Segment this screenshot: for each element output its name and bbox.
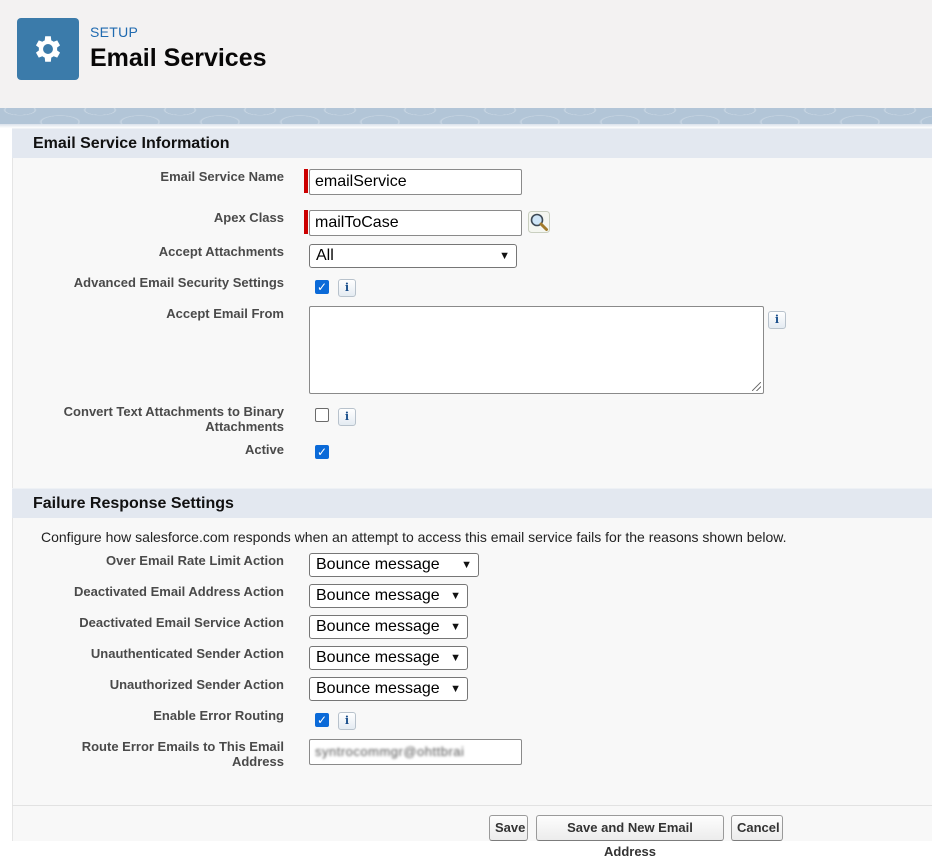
enable-error-routing-label: Enable Error Routing [153, 708, 284, 723]
active-checkbox[interactable]: ✓ [315, 445, 329, 459]
resize-grip-icon[interactable] [752, 382, 761, 391]
chevron-down-icon: ▼ [499, 250, 510, 262]
unauthorized-sender-select[interactable]: Bounce message ▼ [309, 677, 468, 701]
section-header-failure-response-settings: Failure Response Settings [12, 488, 932, 518]
header-eyebrow: SETUP [90, 24, 139, 40]
info-icon[interactable]: i [338, 712, 356, 730]
accept-attachments-value: All [316, 247, 334, 264]
accept-attachments-label: Accept Attachments [158, 244, 284, 259]
chevron-down-icon: ▼ [450, 590, 461, 602]
apex-class-label: Apex Class [213, 210, 284, 225]
setup-gear-icon [17, 18, 79, 80]
deactivated-address-label: Deactivated Email Address Action [74, 584, 284, 599]
enable-error-routing-checkbox[interactable]: ✓ [315, 713, 329, 727]
advanced-security-label: Advanced Email Security Settings [73, 275, 284, 290]
email-service-name-input[interactable]: emailService [309, 169, 522, 195]
convert-text-attachments-checkbox[interactable] [315, 408, 329, 422]
route-error-label-line2: Address [231, 754, 284, 769]
deactivated-address-select[interactable]: Bounce message ▼ [309, 584, 468, 608]
select-value: Bounce message [316, 556, 440, 573]
gear-icon [35, 36, 61, 62]
email-service-name-label: Email Service Name [160, 169, 284, 184]
chevron-down-icon: ▼ [450, 683, 461, 695]
unauthenticated-sender-select[interactable]: Bounce message ▼ [309, 646, 468, 670]
failure-settings-description: Configure how salesforce.com responds wh… [41, 529, 787, 545]
convert-text-attachments-label: Convert Text Attachments to Binary Attac… [64, 404, 284, 434]
chevron-down-icon: ▼ [450, 621, 461, 633]
accept-attachments-select[interactable]: All ▼ [309, 244, 517, 268]
required-marker [304, 169, 308, 193]
over-rate-limit-select[interactable]: Bounce message ▼ [309, 553, 479, 577]
header-pattern-band [0, 108, 932, 124]
info-icon[interactable]: i [338, 279, 356, 297]
route-error-label-line1: Route Error Emails to This Email [81, 739, 284, 754]
select-value: Bounce message [316, 587, 440, 604]
apex-class-input[interactable]: mailToCase [309, 210, 522, 236]
footer-divider [12, 805, 932, 806]
convert-text-label-line1: Convert Text Attachments to Binary [63, 404, 284, 419]
unauthenticated-sender-label: Unauthenticated Sender Action [90, 646, 284, 661]
chevron-down-icon: ▼ [450, 652, 461, 664]
active-label: Active [244, 442, 284, 457]
chevron-down-icon: ▼ [461, 559, 472, 571]
required-marker [304, 210, 308, 234]
deactivated-service-label: Deactivated Email Service Action [79, 615, 284, 630]
save-button[interactable]: Save [489, 815, 528, 841]
section-header-email-service-information: Email Service Information [12, 128, 932, 158]
convert-text-label-line2: Attachments [205, 419, 284, 434]
route-error-email-value: syntrocommgr@ohttbrai [315, 744, 465, 759]
accept-email-from-textarea[interactable] [309, 306, 764, 394]
section-title: Failure Response Settings [33, 495, 234, 512]
select-value: Bounce message [316, 618, 440, 635]
info-icon[interactable]: i [768, 311, 786, 329]
save-and-new-button[interactable]: Save and New Email Address [536, 815, 724, 859]
advanced-security-checkbox[interactable]: ✓ [315, 280, 329, 294]
accept-email-from-label: Accept Email From [166, 306, 284, 321]
info-icon[interactable]: i [338, 408, 356, 426]
section-title: Email Service Information [33, 135, 230, 152]
unauthorized-sender-label: Unauthorized Sender Action [109, 677, 284, 692]
deactivated-service-select[interactable]: Bounce message ▼ [309, 615, 468, 639]
over-rate-limit-label: Over Email Rate Limit Action [106, 553, 284, 568]
page-header: SETUP Email Services [0, 0, 932, 108]
page-title: Email Services [90, 44, 267, 72]
route-error-email-input[interactable]: syntrocommgr@ohttbrai [309, 739, 522, 765]
select-value: Bounce message [316, 649, 440, 666]
route-error-emails-label: Route Error Emails to This Email Address [82, 739, 284, 769]
lookup-search-icon[interactable] [528, 211, 550, 233]
select-value: Bounce message [316, 680, 440, 697]
cancel-button[interactable]: Cancel [731, 815, 783, 841]
